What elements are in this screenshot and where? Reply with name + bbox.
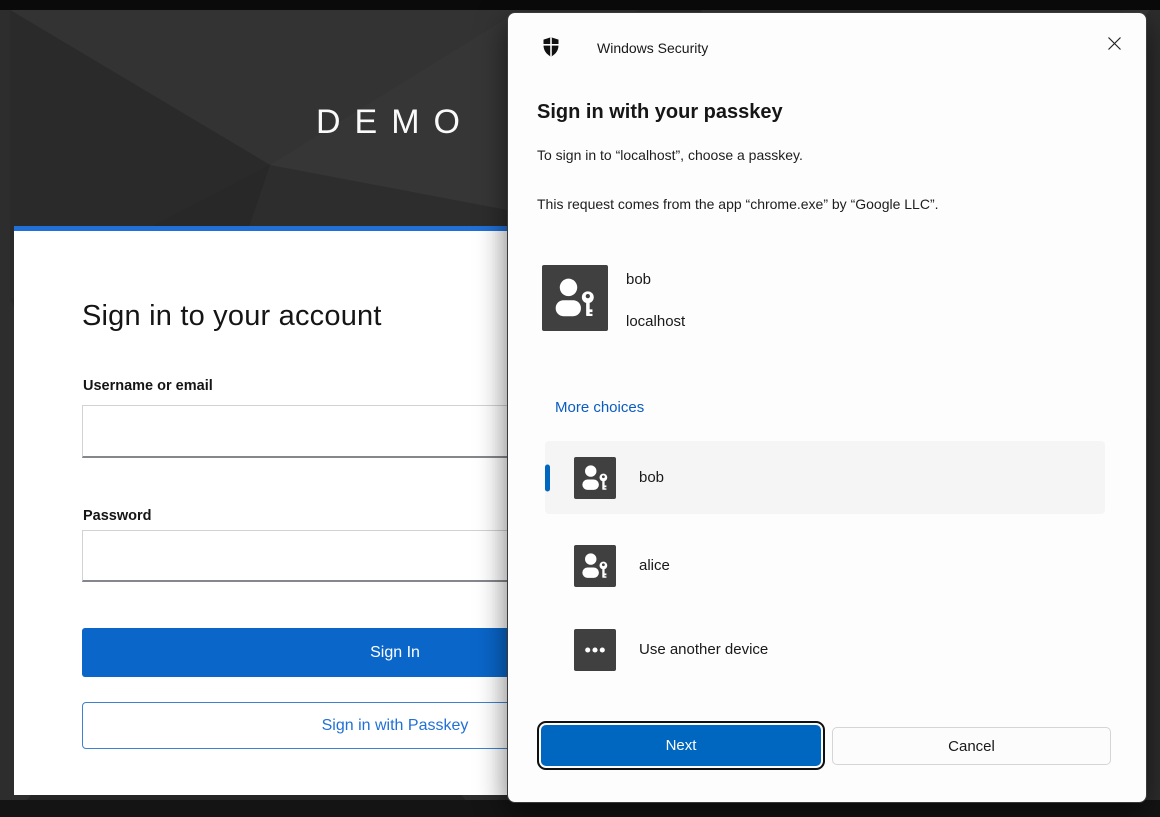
credential-name: bob [626,271,651,288]
ellipsis-icon [574,629,616,671]
credential-relying-party: localhost [626,313,685,330]
selection-indicator [545,464,550,491]
dialog-title: Windows Security [597,40,708,56]
passkey-choice-alice[interactable]: alice [545,529,1105,602]
login-heading: Sign in to your account [82,300,382,333]
close-icon [1107,36,1122,51]
passkey-user-icon [574,457,616,499]
dialog-origin-note: This request comes from the app “chrome.… [537,196,939,212]
passkey-user-icon [542,265,608,331]
more-choices-link[interactable]: More choices [555,399,644,416]
windows-security-shield-icon [540,36,562,58]
passkey-user-icon [574,545,616,587]
dialog-heading: Sign in with your passkey [537,101,783,124]
dialog-subtitle: To sign in to “localhost”, choose a pass… [537,147,803,163]
choice-label: bob [639,469,664,486]
password-label: Password [83,508,152,524]
username-label: Username or email [83,378,213,394]
choice-label: alice [639,557,670,574]
choice-label: Use another device [639,641,768,658]
use-another-device-choice[interactable]: Use another device [545,613,1105,686]
passkey-choice-bob[interactable]: bob [545,441,1105,514]
close-button[interactable] [1094,27,1134,59]
next-button[interactable]: Next [541,725,821,766]
cancel-button[interactable]: Cancel [832,727,1111,765]
windows-security-dialog: Windows Security Sign in with your passk… [507,12,1147,803]
